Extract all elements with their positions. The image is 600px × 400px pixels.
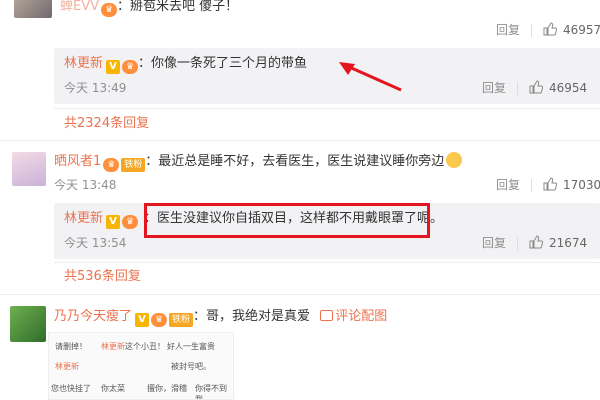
- vip-icon: ♛: [122, 60, 139, 74]
- reply-text: ：你像一条死了三个月的带鱼: [138, 56, 308, 71]
- like-count: 21674: [549, 236, 588, 250]
- like-count: 46957: [563, 23, 600, 37]
- vip-icon: ♛: [101, 3, 118, 17]
- attached-image-link[interactable]: 评论配图: [335, 309, 387, 324]
- fan-badge: 铁粉: [169, 313, 194, 327]
- more-replies-link[interactable]: 共2324条回复: [64, 115, 149, 133]
- comment-line: 蝉EVV ♛ ：掰苞米去吧 傻子！: [60, 0, 238, 17]
- like-icon[interactable]: [529, 235, 543, 249]
- reply-username[interactable]: 林更新: [64, 56, 103, 71]
- divider: [54, 108, 600, 109]
- thumbnail-text: 林更新: [101, 342, 125, 351]
- like-icon[interactable]: [543, 177, 557, 191]
- thumbnail-text: 林更新: [55, 362, 79, 371]
- divider: [517, 237, 518, 250]
- comment-line: 晒风者1 ♛ 铁粉 ：最近总是睡不好，去看医生，医生说建议睡你旁边: [54, 152, 463, 172]
- reply-username[interactable]: 林更新: [64, 211, 103, 226]
- highlight-annotation: [144, 203, 430, 238]
- comment-image-thumbnail[interactable]: 请删掉！ 林更新 这个小丑！ 好人一生富贵 林更新 被封号吧。 您也快挂了 你太…: [48, 332, 234, 400]
- comment-time: 今天 13:48: [54, 178, 117, 192]
- image-icon: [320, 310, 334, 321]
- like-icon[interactable]: [543, 22, 557, 36]
- divider: [54, 262, 600, 263]
- like-icon[interactable]: [529, 80, 543, 94]
- thumbnail-text: 请删掉！: [55, 342, 87, 351]
- comment-username[interactable]: 晒风者1: [54, 154, 101, 169]
- avatar[interactable]: [10, 306, 46, 342]
- thumbnail-text: 这个小丑！: [125, 342, 165, 351]
- like-count: 46954: [549, 81, 588, 95]
- thumbnail-text: 好人一生富贵: [167, 342, 215, 351]
- arrow-annotation-icon: [339, 62, 402, 92]
- thumbnail-text: 擅你，滑稽: [147, 384, 187, 393]
- divider: [531, 24, 532, 37]
- thumbnail-text: 你得不到我: [195, 384, 227, 400]
- vip-icon: ♛: [151, 313, 168, 327]
- more-replies-link[interactable]: 共536条回复: [64, 268, 141, 286]
- reply-link[interactable]: 回复: [496, 177, 520, 193]
- comment-username[interactable]: 蝉EVV: [60, 0, 99, 14]
- fan-badge: 铁粉: [121, 158, 146, 172]
- divider: [0, 140, 600, 141]
- comment-text: ：哥，我绝对是真爱: [193, 309, 311, 324]
- reply-link[interactable]: 回复: [482, 235, 506, 251]
- nested-reply-line: 林更新 V ♛ ：你像一条死了三个月的带鱼: [64, 55, 307, 74]
- divider: [531, 179, 532, 192]
- reply-time: 今天 13:54: [64, 236, 127, 250]
- verified-icon: V: [135, 313, 150, 327]
- thumbnail-text: 您也快挂了: [51, 384, 91, 393]
- like-count: 17030: [563, 178, 600, 192]
- vip-icon: ♛: [122, 215, 139, 229]
- avatar[interactable]: [12, 152, 46, 186]
- thumbnail-text: 你太菜: [101, 384, 125, 393]
- reply-link[interactable]: 回复: [496, 22, 520, 38]
- comment-text: ：最近总是睡不好，去看医生，医生说建议睡你旁边: [145, 154, 445, 169]
- verified-icon: V: [106, 215, 121, 229]
- reply-link[interactable]: 回复: [482, 80, 506, 96]
- comment-line: 乃乃今天瘦了 V ♛ 铁粉 ：哥，我绝对是真爱 评论配图: [54, 308, 387, 327]
- verified-icon: V: [106, 60, 121, 74]
- avatar[interactable]: [14, 0, 52, 18]
- emoji-icon: [446, 152, 463, 168]
- comment-text: ：掰苞米去吧 傻子！: [117, 0, 239, 14]
- divider: [0, 294, 600, 295]
- comment-username[interactable]: 乃乃今天瘦了: [54, 309, 132, 324]
- divider: [517, 82, 518, 95]
- vip-icon: ♛: [103, 158, 120, 172]
- thumbnail-text: 被封号吧。: [171, 362, 211, 371]
- reply-time: 今天 13:49: [64, 81, 127, 95]
